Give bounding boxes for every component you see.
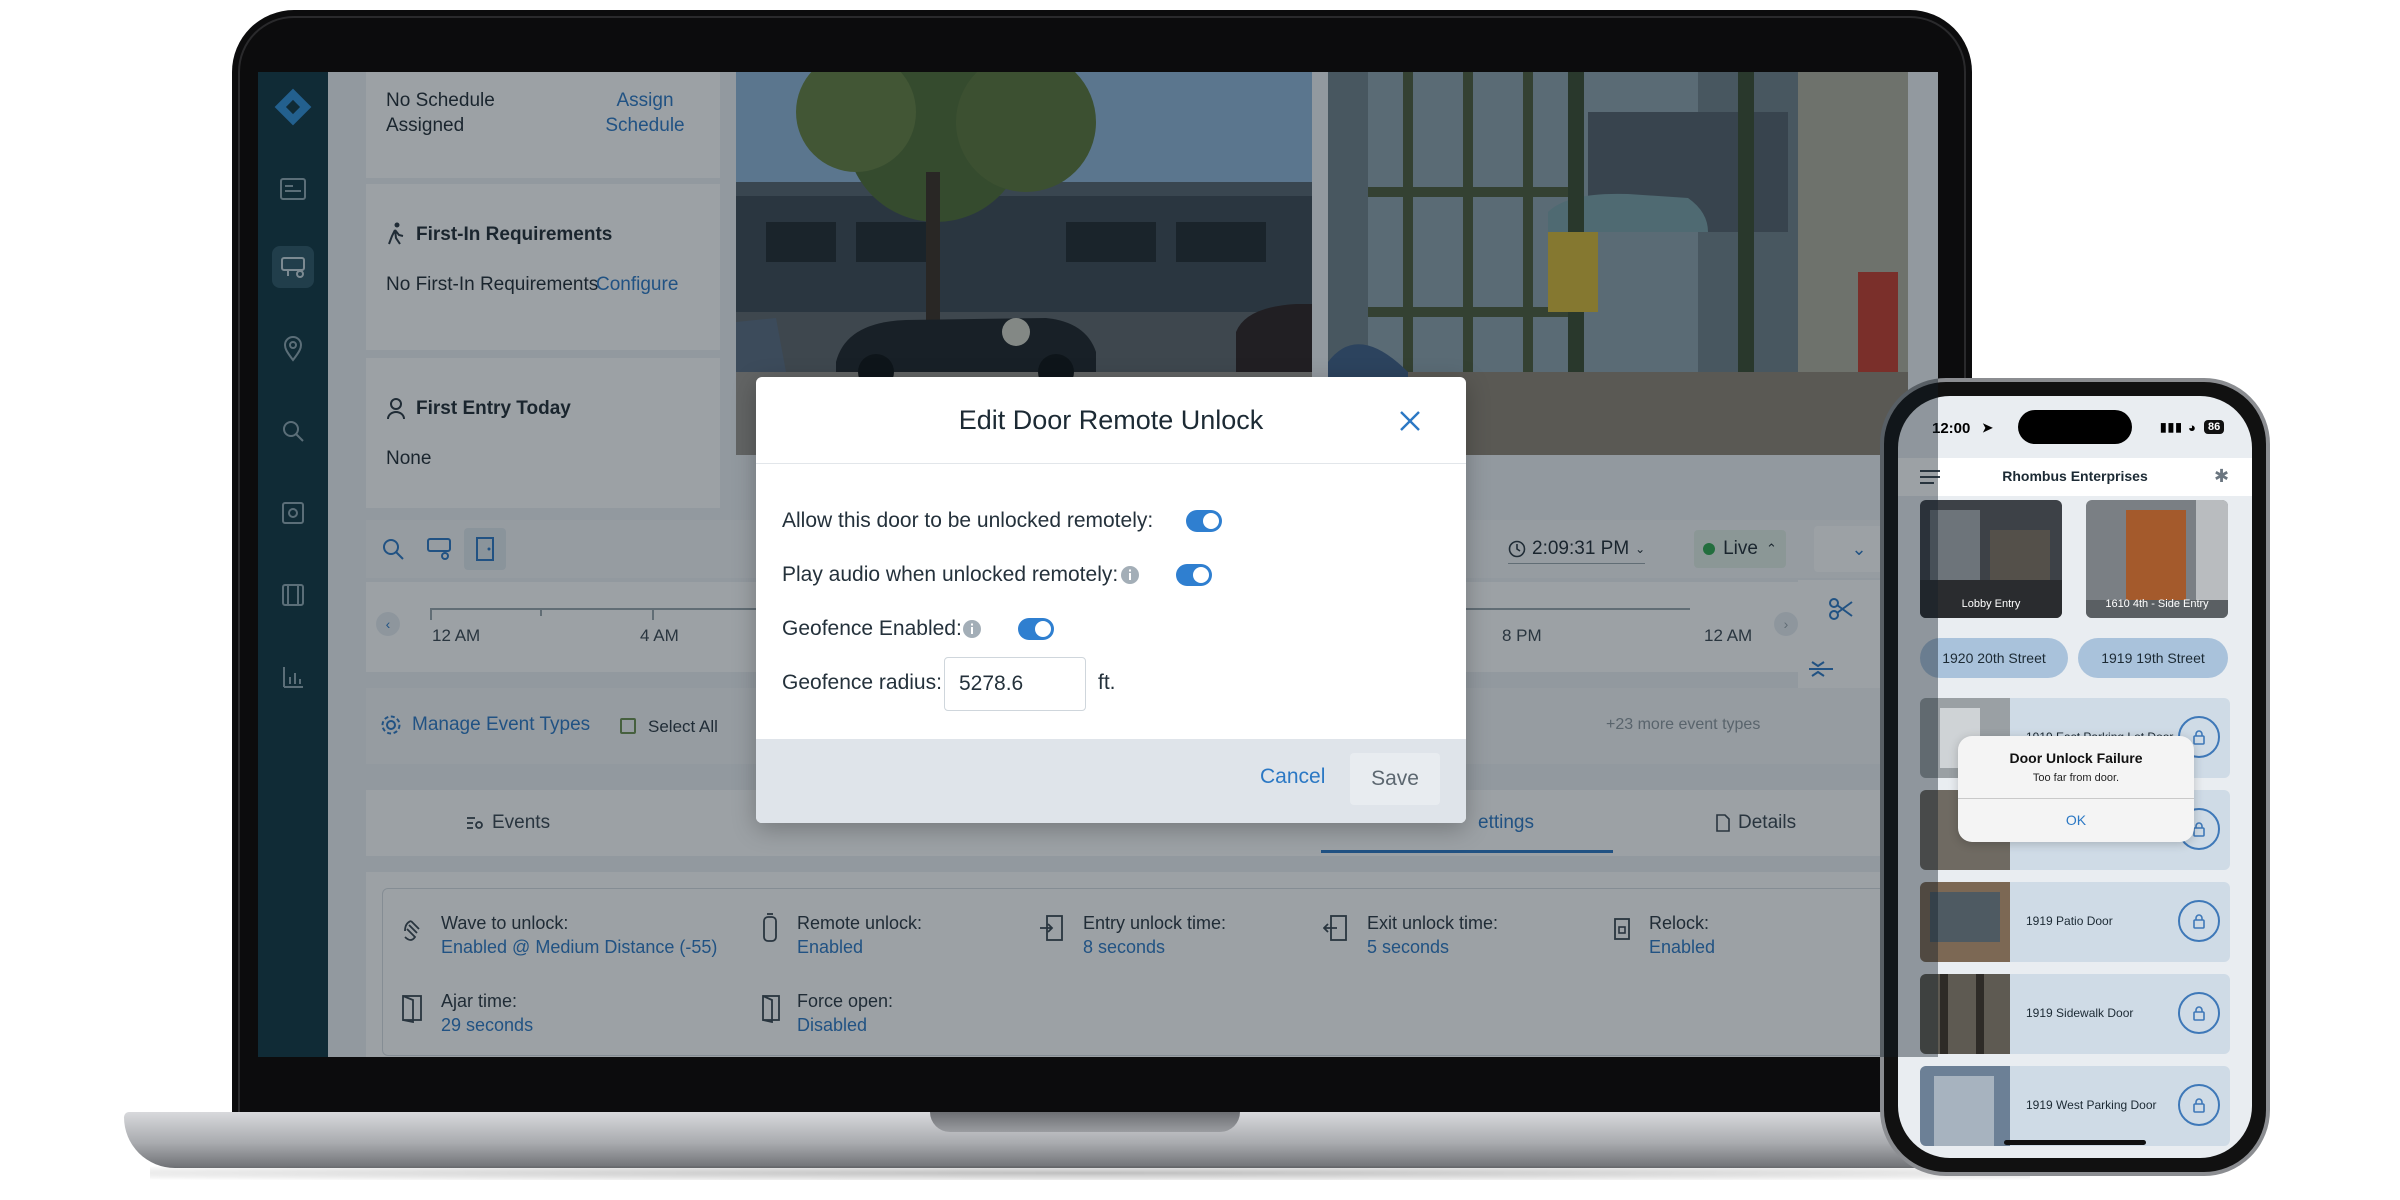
location-arrow-icon: ➤ [1982, 420, 1993, 435]
play-audio-label: Play audio when unlocked remotely: [782, 563, 1119, 586]
door-name: 1919 West Parking Door [2026, 1098, 2157, 1112]
geofence-radius-input[interactable] [944, 657, 1086, 711]
close-icon[interactable] [1396, 407, 1424, 435]
home-indicator[interactable] [2004, 1140, 2146, 1145]
save-button[interactable]: Save [1350, 753, 1440, 805]
geofence-toggle[interactable] [1018, 618, 1054, 640]
modal-footer: Cancel Save [756, 739, 1466, 823]
lock-icon [2193, 914, 2205, 929]
door-name: 1919 Patio Door [2026, 914, 2113, 928]
door-unlock-failure-alert: Door Unlock Failure Too far from door. O… [1958, 736, 2194, 842]
lock-icon [2193, 1006, 2205, 1021]
unlock-button[interactable] [2178, 900, 2220, 942]
unlock-button[interactable] [2178, 1084, 2220, 1126]
thumb-label: 1610 4th - Side Entry [2105, 598, 2209, 610]
alert-title: Door Unlock Failure [2009, 750, 2143, 766]
geofence-enabled-label: Geofence Enabled: [782, 617, 962, 640]
alert-message: Too far from door. [2032, 772, 2120, 784]
asterisk-icon[interactable]: ✱ [2214, 466, 2229, 487]
battery-level: 86 [2204, 420, 2225, 434]
radius-unit: ft. [1098, 671, 1116, 694]
camera-thumb-side-entry[interactable]: 1610 4th - Side Entry [2086, 500, 2228, 618]
location-chip[interactable]: 1920 20th Street [1920, 638, 2068, 678]
info-icon[interactable] [1120, 565, 1140, 585]
phone-header: Rhombus Enterprises ✱ [1898, 458, 2252, 496]
camera-thumb-lobby[interactable]: Lobby Entry [1920, 500, 2062, 618]
door-list-item[interactable]: 1919 Sidewalk Door [1920, 974, 2230, 1054]
laptop-notch [930, 1112, 1240, 1132]
geofence-radius-label: Geofence radius: [782, 671, 942, 694]
modal-title: Edit Door Remote Unlock [958, 405, 1264, 435]
unlock-button[interactable] [2178, 992, 2220, 1034]
location-chip[interactable]: 1919 19th Street [2078, 638, 2228, 678]
signal-icon: ▮▮▮ [2160, 420, 2183, 434]
info-icon[interactable] [962, 619, 982, 639]
thumb-label: Lobby Entry [1961, 598, 2021, 610]
alert-ok-button[interactable]: OK [1958, 812, 2194, 828]
lock-icon [2193, 1098, 2205, 1113]
allow-remote-label: Allow this door to be unlocked remotely: [782, 509, 1154, 532]
alert-divider [1958, 798, 2194, 799]
lock-icon [2193, 730, 2205, 745]
door-name: 1919 Sidewalk Door [2026, 1006, 2134, 1020]
wifi-icon: ◕ [2188, 420, 2196, 435]
phone-app-title: Rhombus Enterprises [2002, 468, 2148, 484]
cancel-button[interactable]: Cancel [1260, 765, 1325, 789]
allow-remote-toggle[interactable] [1186, 510, 1222, 532]
laptop-shadow [150, 1166, 2030, 1180]
door-thumbnail [1920, 1066, 2010, 1146]
play-audio-toggle[interactable] [1176, 564, 1212, 586]
modal-divider [756, 463, 1466, 464]
edit-door-remote-unlock-modal: Edit Door Remote Unlock Allow this door … [756, 377, 1466, 823]
door-list-item[interactable]: 1919 West Parking Door [1920, 1066, 2230, 1146]
lock-icon [2193, 822, 2205, 837]
dynamic-island [2018, 410, 2132, 444]
door-list-item[interactable]: 1919 Patio Door [1920, 882, 2230, 962]
